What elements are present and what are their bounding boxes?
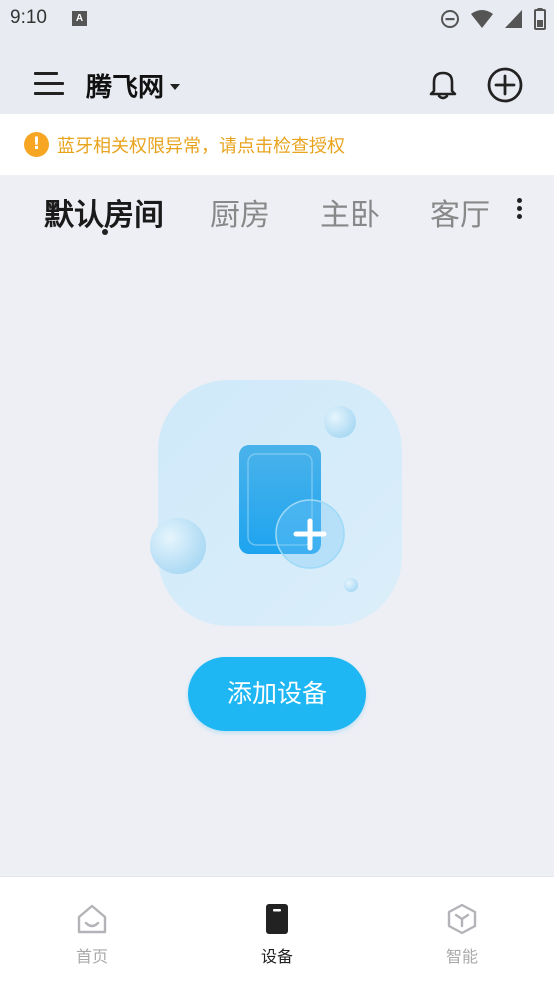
nav-smart[interactable]: 智能	[402, 877, 522, 977]
active-tab-indicator	[102, 229, 108, 235]
tab-default-room[interactable]: 默认房间	[44, 190, 164, 234]
warning-text: 蓝牙相关权限异常，请点击检查授权	[57, 135, 345, 157]
smart-cube-icon	[447, 903, 477, 935]
notification-a-icon: A	[72, 11, 87, 26]
bell-icon[interactable]	[425, 66, 461, 102]
more-rooms-icon[interactable]	[512, 196, 528, 222]
chevron-down-icon	[170, 84, 181, 90]
tab-kitchen[interactable]: 厨房	[210, 190, 270, 234]
battery-icon	[534, 8, 546, 30]
tab-living-room[interactable]: 客厅	[430, 190, 490, 234]
room-tabs: 默认房间 厨房 主卧 客厅	[0, 176, 554, 242]
bluetooth-permission-warning[interactable]: ! 蓝牙相关权限异常，请点击检查授权	[0, 114, 554, 175]
menu-icon[interactable]	[34, 72, 64, 96]
warning-icon: !	[24, 132, 49, 157]
add-circle-icon[interactable]	[486, 66, 524, 104]
nav-home[interactable]: 首页	[32, 877, 152, 977]
status-bar: 9:10 A	[0, 0, 554, 38]
nav-smart-label: 智能	[445, 947, 478, 966]
bottom-nav: 首页 设备 智能	[0, 876, 554, 984]
wifi-icon	[471, 10, 493, 28]
tab-master-bedroom[interactable]: 主卧	[320, 190, 380, 234]
add-device-button[interactable]: 添加设备	[188, 657, 366, 731]
home-name: 腾飞网	[86, 73, 165, 103]
signal-icon	[505, 10, 522, 28]
empty-device-illustration	[150, 380, 402, 626]
nav-device[interactable]: 设备	[217, 877, 337, 977]
device-icon	[266, 904, 288, 934]
app-bar: 腾飞网	[0, 56, 554, 112]
nav-home-label: 首页	[75, 947, 108, 966]
home-selector[interactable]: 腾飞网	[86, 67, 181, 104]
status-time: 9:10	[10, 7, 47, 28]
nav-device-label: 设备	[260, 947, 293, 966]
home-icon	[77, 904, 107, 934]
status-icons	[440, 6, 546, 32]
dnd-icon	[441, 10, 459, 28]
